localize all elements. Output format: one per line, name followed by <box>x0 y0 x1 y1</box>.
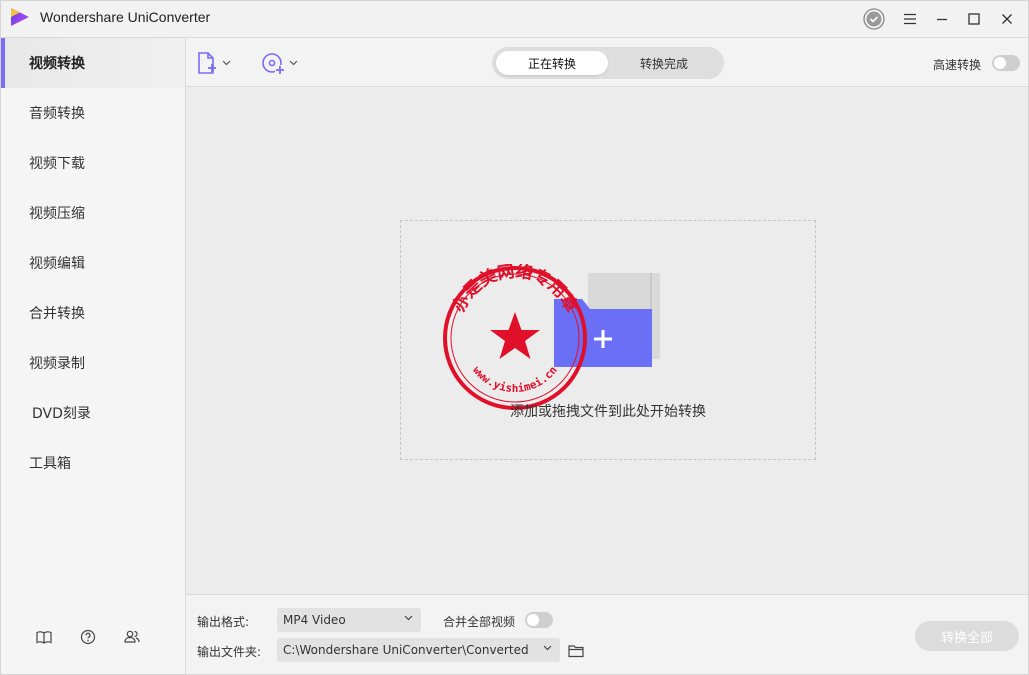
add-file-icon <box>198 52 216 74</box>
help-icon[interactable] <box>78 627 98 647</box>
add-file-button[interactable] <box>196 51 231 75</box>
output-format-label: 输出格式: <box>197 615 250 629</box>
stamp-arc-text: 亦是美网络专用章 <box>448 264 582 316</box>
conversion-area: 亦是美网络专用章 www.yishimei.cn 添加或拖拽文件到此处开始转换 <box>186 87 1028 594</box>
sidebar: 视频转换 音频转换 视频下载 视频压缩 视频编辑 合并转换 视频录制 DVD刻录… <box>1 38 186 674</box>
sidebar-item-label: 工具箱 <box>29 456 71 472</box>
chevron-down-icon <box>222 60 231 66</box>
sidebar-item-video-download[interactable]: 视频下载 <box>1 138 185 188</box>
high-speed-toggle[interactable] <box>992 55 1020 71</box>
account-icon[interactable] <box>863 8 885 30</box>
high-speed-label: 高速转换 <box>933 58 982 72</box>
menu-icon[interactable] <box>899 8 921 30</box>
sidebar-item-video-compress[interactable]: 视频压缩 <box>1 188 185 238</box>
sidebar-item-merge[interactable]: 合并转换 <box>1 288 185 338</box>
svg-text:亦是美网络专用章: 亦是美网络专用章 <box>448 264 582 316</box>
sidebar-item-dvd-burn[interactable]: DVD刻录 <box>1 388 185 438</box>
chevron-down-icon <box>289 60 298 66</box>
chevron-down-icon <box>543 645 552 651</box>
users-icon[interactable] <box>122 627 142 647</box>
add-disc-icon <box>262 53 285 75</box>
toolbar: 正在转换 转换完成 高速转换 <box>186 38 1028 87</box>
tab-converting[interactable]: 正在转换 <box>496 51 608 75</box>
sidebar-item-audio-convert[interactable]: 音频转换 <box>1 88 185 138</box>
sidebar-item-label: 合并转换 <box>29 306 85 322</box>
app-window: Wondershare UniConverter 视频转换 音频转换 视频下载 … <box>0 0 1029 675</box>
app-title: Wondershare UniConverter <box>40 9 211 25</box>
conversion-status-tabs: 正在转换 转换完成 <box>492 47 724 79</box>
output-folder-path: C:\Wondershare UniConverter\Converted <box>283 643 529 657</box>
output-settings-bar: 输出格式: MP4 Video 合并全部视频 输出文件夹: C:\Wonders… <box>186 594 1028 674</box>
sidebar-item-label: 音频转换 <box>29 106 85 122</box>
red-seal-stamp: 亦是美网络专用章 www.yishimei.cn <box>443 264 587 410</box>
title-bar: Wondershare UniConverter <box>1 1 1028 38</box>
sidebar-item-label: DVD刻录 <box>32 406 91 422</box>
add-disc-button[interactable] <box>261 51 298 75</box>
tab-finished[interactable]: 转换完成 <box>608 51 720 75</box>
chevron-down-icon <box>404 615 413 621</box>
sidebar-item-label: 视频转换 <box>29 56 85 72</box>
sidebar-item-video-edit[interactable]: 视频编辑 <box>1 238 185 288</box>
drop-hint-text: 添加或拖拽文件到此处开始转换 <box>510 404 706 420</box>
sidebar-item-label: 视频压缩 <box>29 206 85 222</box>
stamp-url-text: www.yishimei.cn <box>470 364 560 395</box>
output-folder-label: 输出文件夹: <box>197 645 262 659</box>
sidebar-item-label: 视频下载 <box>29 156 85 172</box>
open-folder-icon[interactable] <box>568 643 584 662</box>
merge-all-toggle[interactable] <box>525 612 553 628</box>
maximize-icon[interactable] <box>963 8 985 30</box>
sidebar-item-screen-record[interactable]: 视频录制 <box>1 338 185 388</box>
convert-all-button[interactable]: 转换全部 <box>915 621 1019 651</box>
app-logo-icon <box>11 8 29 26</box>
output-format-select[interactable]: MP4 Video <box>277 608 421 632</box>
drop-zone[interactable]: 亦是美网络专用章 www.yishimei.cn 添加或拖拽文件到此处开始转换 <box>400 220 816 460</box>
sidebar-item-label: 视频编辑 <box>29 256 85 272</box>
sidebar-item-video-convert[interactable]: 视频转换 <box>1 38 185 88</box>
merge-all-label: 合并全部视频 <box>443 615 516 629</box>
minimize-icon[interactable] <box>931 8 953 30</box>
output-format-value: MP4 Video <box>283 613 346 627</box>
sidebar-item-toolbox[interactable]: 工具箱 <box>1 438 185 488</box>
svg-text:www.yishimei.cn: www.yishimei.cn <box>470 364 560 395</box>
output-folder-select[interactable]: C:\Wondershare UniConverter\Converted <box>277 638 560 662</box>
book-icon[interactable] <box>34 627 54 647</box>
close-icon[interactable] <box>996 8 1018 30</box>
sidebar-item-label: 视频录制 <box>29 356 85 372</box>
